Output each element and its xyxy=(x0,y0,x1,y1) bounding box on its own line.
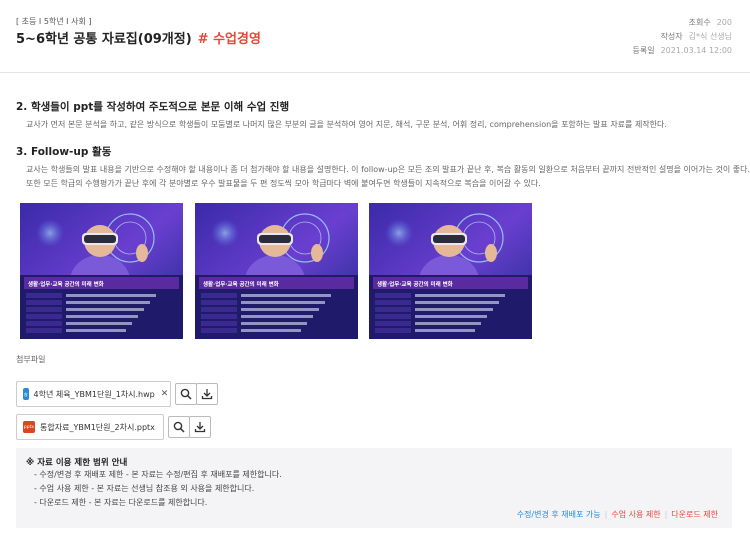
download-button[interactable] xyxy=(196,383,218,405)
link-redistribute-allowed[interactable]: 수정/변경 후 재배포 가능 xyxy=(517,510,601,519)
gallery-image[interactable]: 생활·업무·교육 공간의 미래 변화 xyxy=(195,203,358,339)
preview-button[interactable] xyxy=(168,416,190,438)
pptx-file-icon: pptx xyxy=(23,421,35,433)
thumbnail-caption: 생활·업무·교육 공간의 미래 변화 xyxy=(203,280,279,288)
download-icon xyxy=(194,422,206,433)
attachment-file-pptx[interactable]: pptx 통합자료_YBM1단원_2차시.pptx xyxy=(16,414,164,440)
thumbnail-caption: 생활·업무·교육 공간의 미래 변화 xyxy=(28,280,104,288)
section-title-2: 2. 학생들이 ppt를 작성하여 주도적으로 본문 이해 수업 진행 xyxy=(16,101,290,113)
search-icon xyxy=(173,421,185,433)
search-icon xyxy=(180,388,192,400)
meta-author: 작성자 김*식 선생님 xyxy=(660,32,732,41)
section-title-3: 3. Follow-up 활동 xyxy=(16,146,112,158)
vr-illustration: 생활·업무·교육 공간의 미래 변화 xyxy=(369,203,532,339)
attachment-file-name: 통합자료_YBM1단원_2차시.pptx xyxy=(40,422,155,432)
notice-line: - 다운로드 제한 - 본 자료는 다운로드를 제한합니다. xyxy=(34,498,208,507)
preview-button[interactable] xyxy=(175,383,197,405)
download-icon xyxy=(201,389,213,400)
gallery-image[interactable]: 생활·업무·교육 공간의 미래 변화 xyxy=(369,203,532,339)
post-meta: 조회수 200 작성자 김*식 선생님 등록일 2021.03.14 12:00 xyxy=(633,16,733,58)
breadcrumb: [ 초등 I 5학년 I 사회 ] xyxy=(16,17,92,26)
vr-illustration: 생활·업무·교육 공간의 미래 변화 xyxy=(20,203,183,339)
page-title: 5~6학년 공통 자료집(09개정) xyxy=(16,32,192,47)
download-button[interactable] xyxy=(189,416,211,438)
link-class-use-restricted[interactable]: 수업 사용 제한 xyxy=(611,510,660,519)
link-download-restricted[interactable]: 다운로드 제한 xyxy=(671,510,718,519)
close-icon[interactable]: ✕ xyxy=(161,389,169,399)
notice-links: 수정/변경 후 재배포 가능 | 수업 사용 제한 | 다운로드 제한 xyxy=(516,510,718,519)
attachments-label: 첨부파일 xyxy=(16,355,46,364)
section-text-3-line2: 또한 모든 학급의 수행평가가 끝난 후에 각 분야별로 우수 발표물을 두 편… xyxy=(26,179,541,188)
post-header: [ 초등 I 5학년 I 사회 ] 5~6학년 공통 자료집(09개정) # 수업… xyxy=(0,0,750,73)
notice-line: - 수업 사용 제한 - 본 자료는 선생님 참조용 외 사용을 제한합니다. xyxy=(34,484,255,493)
usage-notice-box: ※ 자료 이용 제한 범위 안내 - 수정/변경 후 재배포 제한 - 본 자료… xyxy=(16,448,732,528)
vr-illustration: 생활·업무·교육 공간의 미래 변화 xyxy=(195,203,358,339)
page-title-row: 5~6학년 공통 자료집(09개정) # 수업경영 xyxy=(16,28,261,47)
attachment-file-name: 4학년 체육_YBM1단원_1차시.hwp xyxy=(33,389,155,399)
hwp-file-icon: ㅎ xyxy=(23,388,29,400)
section-text-3-line1: 교사는 학생들의 발표 내용을 기반으로 수정해야 할 내용이나 좀 더 첨가해… xyxy=(26,165,750,174)
category-tag[interactable]: # 수업경영 xyxy=(198,32,261,47)
attachment-file-hwp[interactable]: ㅎ 4학년 체육_YBM1단원_1차시.hwp ✕ xyxy=(16,381,171,407)
gallery-image[interactable]: 생활·업무·교육 공간의 미래 변화 xyxy=(20,203,183,339)
meta-views: 조회수 200 xyxy=(688,18,732,27)
thumbnail-caption: 생활·업무·교육 공간의 미래 변화 xyxy=(377,280,453,288)
section-text-2: 교사가 먼저 본문 분석을 하고, 같은 방식으로 학생들이 모둠별로 나머지 … xyxy=(26,120,667,129)
meta-date: 등록일 2021.03.14 12:00 xyxy=(632,46,733,55)
image-gallery: 생활·업무·교육 공간의 미래 변화 생활·업무·교육 공간의 미래 변화 생활… xyxy=(20,203,540,339)
notice-line: - 수정/변경 후 재배포 제한 - 본 자료는 수정/편집 후 재배포를 제한… xyxy=(34,470,282,479)
notice-title: ※ 자료 이용 제한 범위 안내 xyxy=(26,458,128,468)
